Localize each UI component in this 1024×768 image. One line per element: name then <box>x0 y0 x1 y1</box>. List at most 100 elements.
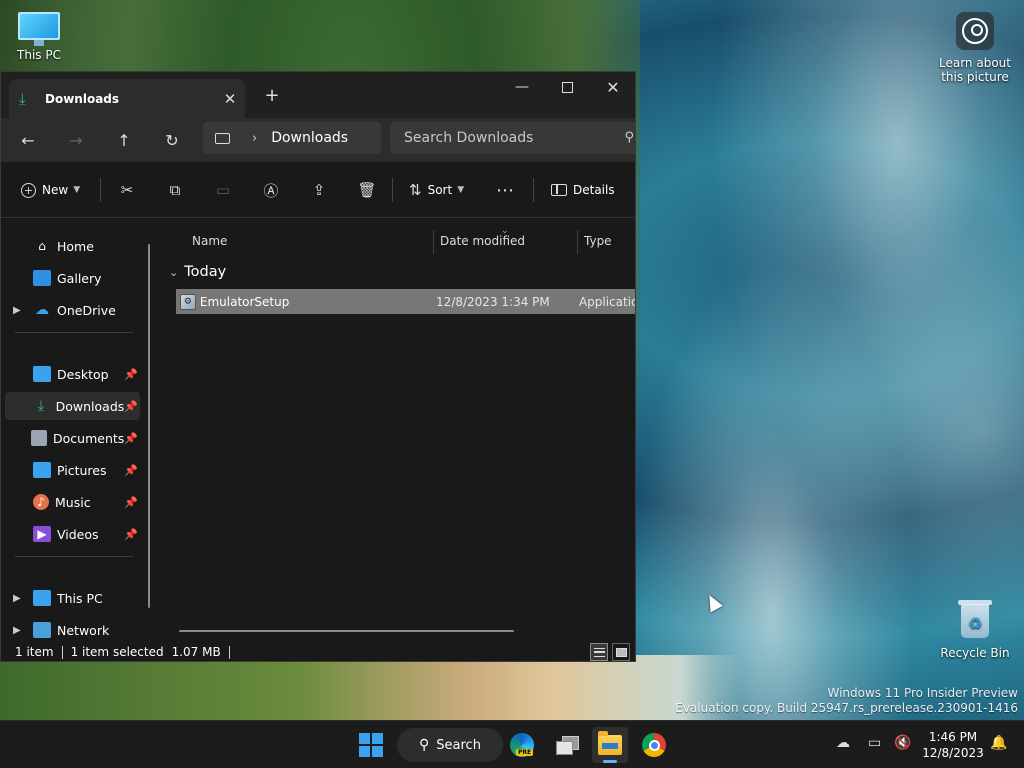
delete-button[interactable]: 🗑 <box>355 176 379 204</box>
share-button[interactable]: ⇪ <box>307 176 331 204</box>
back-button[interactable]: ← <box>13 126 43 154</box>
large-icons-view-button[interactable] <box>612 643 630 661</box>
sidebar-item-music[interactable]: ♪ Music 📌 <box>5 488 140 516</box>
insider-watermark: Windows 11 Pro Insider Preview Evaluatio… <box>675 686 1018 716</box>
expand-chevron-icon[interactable]: ▶ <box>13 305 27 316</box>
pin-icon[interactable]: 📌 <box>124 400 138 413</box>
expand-chevron-icon[interactable]: ▶ <box>13 593 27 604</box>
onedrive-offline-icon[interactable]: ☁ <box>836 735 850 751</box>
up-button[interactable]: ↑ <box>109 126 139 154</box>
taskbar-chrome[interactable] <box>636 727 672 763</box>
sidebar-item-label: This PC <box>57 590 103 606</box>
expand-chevron-icon[interactable]: ▶ <box>13 625 27 636</box>
music-icon: ♪ <box>33 494 49 510</box>
maximize-button[interactable] <box>544 72 590 102</box>
volume-muted-icon[interactable]: 🔇 <box>894 735 911 751</box>
desktop-icon-this-pc[interactable]: This PC <box>0 12 79 62</box>
tab-downloads[interactable]: ⤓ Downloads ✕ <box>9 79 245 118</box>
address-bar[interactable]: › Downloads <box>203 122 381 154</box>
sidebar-item-label: Desktop <box>57 366 109 382</box>
copy-button[interactable]: ⧉ <box>163 176 187 204</box>
pin-icon[interactable]: 📌 <box>124 528 138 541</box>
column-header-name[interactable]: Name <box>192 228 432 254</box>
network-icon[interactable]: ▭ <box>868 735 881 751</box>
running-indicator <box>603 760 617 763</box>
file-list-pane: Name ⌄ Date modified Type ⌄ Today ⚙ Emul… <box>161 226 635 641</box>
minimize-button[interactable]: — <box>499 72 545 102</box>
pin-icon[interactable]: 📌 <box>124 432 138 445</box>
sidebar-item-this-pc[interactable]: ▶ This PC <box>5 584 140 612</box>
watermark-line: Evaluation copy. Build 25947.rs_prerelea… <box>675 701 1018 715</box>
column-header-type[interactable]: Type <box>584 228 635 254</box>
pin-icon[interactable]: 📌 <box>124 464 138 477</box>
close-button[interactable]: ✕ <box>590 72 635 102</box>
details-view-button[interactable] <box>590 643 608 661</box>
tab-label: Downloads <box>45 91 120 106</box>
taskbar-file-explorer[interactable] <box>592 727 628 763</box>
installer-icon: ⚙ <box>180 293 196 310</box>
taskbar-search-label: Search <box>436 737 481 753</box>
sidebar-item-home[interactable]: ⌂ Home <box>5 232 140 260</box>
sidebar-item-onedrive[interactable]: ▶ ☁ OneDrive <box>5 296 140 324</box>
column-divider[interactable] <box>577 230 578 254</box>
file-row[interactable]: ⚙ EmulatorSetup 12/8/2023 1:34 PM Applic… <box>176 289 635 314</box>
watermark-line: Windows 11 Pro Insider Preview <box>827 686 1018 700</box>
sidebar-scrollbar[interactable] <box>148 244 150 608</box>
breadcrumb-downloads[interactable]: Downloads <box>271 130 348 146</box>
status-bar: 1 item 1 item selected 1.07 MB <box>1 641 635 661</box>
column-divider[interactable] <box>433 230 434 254</box>
sidebar-item-downloads[interactable]: ⤓ Downloads 📌 <box>5 392 140 420</box>
sort-button-label: Sort <box>427 183 453 197</box>
sidebar-item-label: Gallery <box>57 270 102 286</box>
start-button[interactable] <box>353 727 389 763</box>
clock[interactable]: 1:46 PM 12/8/2023 <box>920 729 986 761</box>
command-bar: + New ▼ ✂ ⧉ ▭ Ⓐ ⇪ 🗑 ⇅ Sort ▼ ⋯ Details <box>1 162 635 218</box>
file-date: 12/8/2023 1:34 PM <box>436 294 550 309</box>
sidebar-item-label: Home <box>57 238 94 254</box>
refresh-button[interactable]: ↻ <box>157 126 187 154</box>
taskbar-task-view[interactable] <box>549 727 585 763</box>
navigation-bar: ← → ↑ ↻ › Downloads ⚲ <box>1 118 635 162</box>
sidebar-item-desktop[interactable]: Desktop 📌 <box>5 360 140 388</box>
chevron-right-icon: › <box>252 130 258 146</box>
sidebar-item-network[interactable]: ▶ Network <box>5 616 140 644</box>
chrome-browser-icon <box>642 733 666 757</box>
download-icon: ⤓ <box>19 89 26 108</box>
cut-button[interactable]: ✂ <box>115 176 139 204</box>
close-tab-icon[interactable]: ✕ <box>215 90 245 108</box>
pin-icon[interactable]: 📌 <box>124 496 138 509</box>
taskbar-edge[interactable]: PRE <box>504 727 540 763</box>
task-view-icon <box>556 736 579 755</box>
network-icon <box>33 622 51 638</box>
sidebar-item-gallery[interactable]: Gallery <box>5 264 140 292</box>
details-pane-button[interactable]: Details <box>551 176 615 204</box>
file-type: Application <box>578 294 635 309</box>
sidebar-item-videos[interactable]: ▶ Videos 📌 <box>5 520 140 548</box>
more-options-button[interactable]: ⋯ <box>493 176 517 204</box>
taskbar-search-button[interactable]: ⚲ Search <box>397 728 503 762</box>
edge-browser-icon: PRE <box>510 733 534 757</box>
download-icon: ⤓ <box>37 398 45 414</box>
forward-button[interactable]: → <box>61 126 91 154</box>
item-count: 1 item <box>15 645 54 659</box>
new-button[interactable]: + New ▼ <box>21 176 80 204</box>
column-header-date-modified[interactable]: Date modified <box>440 228 576 254</box>
desktop-icon-learn-about-picture[interactable]: Learn about this picture <box>935 12 1015 84</box>
search-icon: ⚲ <box>624 130 634 145</box>
search-box[interactable]: ⚲ <box>390 122 635 154</box>
search-input[interactable] <box>404 130 624 146</box>
clock-date: 12/8/2023 <box>922 746 984 760</box>
recycle-bin-icon: ♻ <box>958 598 992 640</box>
new-tab-button[interactable]: + <box>259 85 285 106</box>
desktop-icon-recycle-bin[interactable]: ♻ Recycle Bin <box>935 598 1015 660</box>
sidebar-item-pictures[interactable]: Pictures 📌 <box>5 456 140 484</box>
sort-button[interactable]: ⇅ Sort ▼ <box>409 176 464 204</box>
sidebar-item-label: Documents <box>53 430 125 446</box>
notification-bell-icon[interactable]: 🔔 <box>990 735 1007 751</box>
paste-button[interactable]: ▭ <box>211 176 235 204</box>
rename-button[interactable]: Ⓐ <box>259 176 283 204</box>
sidebar-item-documents[interactable]: Documents 📌 <box>5 424 140 452</box>
group-header-today[interactable]: ⌄ Today <box>169 264 226 280</box>
horizontal-scrollbar[interactable] <box>179 630 514 632</box>
pin-icon[interactable]: 📌 <box>124 368 138 381</box>
